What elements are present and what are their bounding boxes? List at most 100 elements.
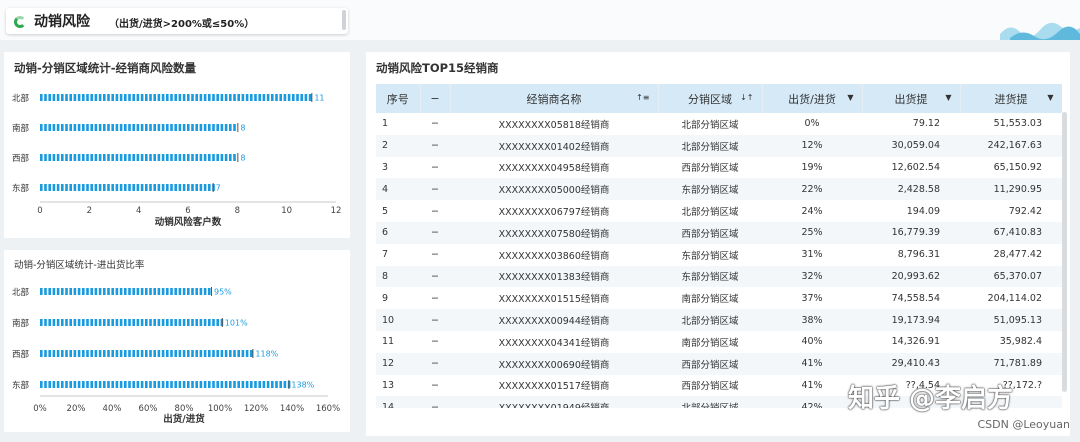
cell-shipment: 14,326.91 — [891, 336, 940, 348]
tick-label: 6 — [185, 206, 190, 216]
cell-expand[interactable]: − — [420, 265, 450, 288]
cell-purchase: 67,410.83 — [960, 221, 1062, 244]
cell-ratio: 24% — [801, 205, 823, 217]
category-label: 北部 — [12, 287, 30, 298]
col-shipment[interactable]: 出货提 ▼ — [862, 84, 961, 113]
table-scrollbar[interactable] — [1062, 112, 1067, 392]
cell-dealer: XXXXXXXX06797经销商 — [498, 207, 610, 219]
tick-label: 60% — [139, 404, 158, 414]
cell-expand[interactable]: − — [420, 396, 450, 408]
table-row[interactable]: 12− XXXXXXXX00690经销商 西部分销区域 41% 29,410.43 71,… — [376, 352, 1062, 375]
table-row[interactable]: 7 − XXXXXXXX03860经销商 东部分销区域 31% 8,796.31 28,47… — [376, 244, 1062, 266]
logo-icon — [14, 16, 26, 28]
bar[interactable] — [40, 319, 224, 326]
filter-icon[interactable]: ▼ — [847, 93, 853, 102]
ship-ratio-chart: 北部 95% 南部 101% 西部 118% 东部 138% 0% 20% 40% 60% 80% 100… — [12, 287, 340, 425]
risk-count-chart: 北部 11 南部 8 西部 8 东部 7 0 2 4 6 8 10 12 动销风险客户数 — [12, 93, 342, 228]
cell-expand[interactable]: − — [420, 352, 450, 375]
cell-purchase: 51,095.13 — [960, 309, 1062, 331]
cell-ratio: 32% — [762, 265, 862, 288]
bar[interactable] — [40, 350, 253, 357]
tick-label: 12 — [331, 206, 342, 216]
cell-purchase: 242,167.63 — [960, 134, 1062, 157]
credit-label: CSDN @Leoyuan — [977, 418, 1071, 431]
cell-dealer: XXXXXXXX04341经销商 — [498, 337, 610, 349]
cell-shipment: 12,602.54 — [891, 161, 940, 173]
col-expand[interactable]: − — [420, 84, 451, 113]
bar[interactable] — [40, 94, 312, 101]
cell-expand[interactable]: − — [420, 221, 450, 244]
table-row[interactable]: 8− XXXXXXXX01383经销商 东部分销区域 32% 20,993.62 65,3… — [376, 265, 1062, 288]
cell-ratio: 40% — [801, 336, 823, 348]
cell-expand[interactable]: − — [420, 157, 450, 179]
cell-expand[interactable]: − — [420, 134, 450, 157]
sort-icon[interactable]: ↓↑ — [740, 93, 753, 102]
tick-label: 140% — [280, 404, 304, 414]
cell-index: 11 — [382, 336, 395, 348]
table-row[interactable]: 1 − XXXXXXXX05818经销商 北部分销区域 0% 79.12 51,553.03 — [376, 113, 1062, 135]
category-label: 西部 — [12, 153, 30, 164]
cell-expand[interactable]: − — [420, 331, 450, 353]
table-row[interactable]: 9 − XXXXXXXX01515经销商 南部分销区域 37% 74,558.54 204,… — [376, 287, 1062, 309]
cell-region: 东部分销区域 — [681, 250, 739, 262]
sort-icon[interactable]: ↑≡ — [636, 93, 649, 102]
cell-purchase: 792.42 — [1008, 205, 1042, 217]
watermark: 知乎 @李启方 — [848, 384, 1014, 414]
table-row[interactable]: 6− XXXXXXXX07580经销商 西部分销区域 25% 16,779.39 67,4… — [376, 221, 1062, 244]
cell-expand[interactable]: − — [420, 178, 450, 201]
cell-purchase: 35,982.4 — [999, 336, 1042, 348]
cell-region: 西部分销区域 — [658, 221, 762, 244]
category-label: 东部 — [12, 380, 30, 391]
category-label: 南部 — [12, 123, 30, 134]
value-label: 95% — [214, 288, 232, 297]
col-dealer-name[interactable]: 经销商名称 ↑≡ — [450, 84, 659, 113]
col-index[interactable]: 序号 — [376, 84, 421, 113]
cell-region: 南部分销区域 — [681, 294, 739, 306]
tick-label: 8 — [235, 206, 240, 216]
cell-expand[interactable]: − — [420, 287, 450, 309]
value-label: 101% — [225, 319, 248, 328]
category-label: 东部 — [12, 183, 30, 194]
col-region[interactable]: 分销区域 ↓↑ — [658, 84, 763, 113]
bar[interactable] — [40, 288, 211, 295]
tick-label: 160% — [316, 404, 340, 414]
cell-ratio: 38% — [762, 309, 862, 331]
dealer-table: 序号 − 经销商名称 ↑≡ 分销区域 ↓↑ 出货/进货 ▼ 出货提 ▼ 进货提 ▼ 1− X… — [376, 84, 1062, 408]
dropdown-icon[interactable]: ▼ — [1047, 93, 1053, 102]
cell-expand[interactable]: − — [420, 200, 450, 222]
col-ratio[interactable]: 出货/进货 ▼ — [762, 84, 863, 113]
bar[interactable] — [40, 184, 215, 191]
table-row[interactable]: 10− XXXXXXXX00944经销商 北部分销区域 38% 19,173.94 51,… — [376, 309, 1062, 331]
bar[interactable] — [40, 124, 236, 131]
cell-expand[interactable]: − — [420, 244, 450, 266]
col-purchase[interactable]: 进货提 ▼ — [960, 84, 1062, 113]
dropdown-icon[interactable]: ▼ — [945, 93, 951, 102]
table-row[interactable]: 3 − XXXXXXXX04958经销商 西部分销区域 19% 12,602.54 65,1… — [376, 157, 1062, 179]
table-row[interactable]: 4− XXXXXXXX05000经销商 东部分销区域 22% 2,428.58 11,29… — [376, 178, 1062, 201]
table-row[interactable]: 5 − XXXXXXXX06797经销商 北部分销区域 24% 194.09 792.42 — [376, 200, 1062, 222]
tick-label: 40% — [103, 404, 122, 414]
cell-shipment: 20,993.62 — [862, 265, 960, 288]
table-row[interactable]: 2− XXXXXXXX01402经销商 北部分销区域 12% 30,059.04 242,… — [376, 134, 1062, 157]
cell-dealer: XXXXXXXX04958经销商 — [498, 163, 610, 175]
tick-label: 0 — [37, 206, 42, 216]
cell-region: 北部分销区域 — [681, 119, 739, 131]
decorative-wave-icon — [1000, 22, 1080, 40]
category-label: 西部 — [12, 349, 30, 360]
bar[interactable] — [40, 381, 291, 388]
cell-shipment: 29,410.43 — [862, 352, 960, 375]
cell-dealer: XXXXXXXX05000经销商 — [450, 178, 658, 201]
bar[interactable] — [40, 154, 236, 161]
cell-shipment: 16,779.39 — [862, 221, 960, 244]
tab-sales-risk[interactable]: 动销风险 （出货/进货>200%或≤50%） — [6, 8, 348, 34]
cell-expand[interactable]: − — [420, 309, 450, 331]
tab-scroll-handle[interactable] — [342, 10, 346, 30]
cell-expand[interactable]: − — [420, 113, 450, 135]
cell-dealer: XXXXXXXX07580经销商 — [450, 221, 658, 244]
cell-expand[interactable]: − — [420, 375, 450, 397]
table-row[interactable]: 11 − XXXXXXXX04341经销商 南部分销区域 40% 14,326.91 35,… — [376, 331, 1062, 353]
cell-dealer: XXXXXXXX03860经销商 — [498, 250, 610, 262]
cell-ratio: 0% — [804, 118, 820, 130]
cell-purchase: 71,781.89 — [960, 352, 1062, 375]
cell-region: 西部分销区域 — [681, 163, 739, 175]
